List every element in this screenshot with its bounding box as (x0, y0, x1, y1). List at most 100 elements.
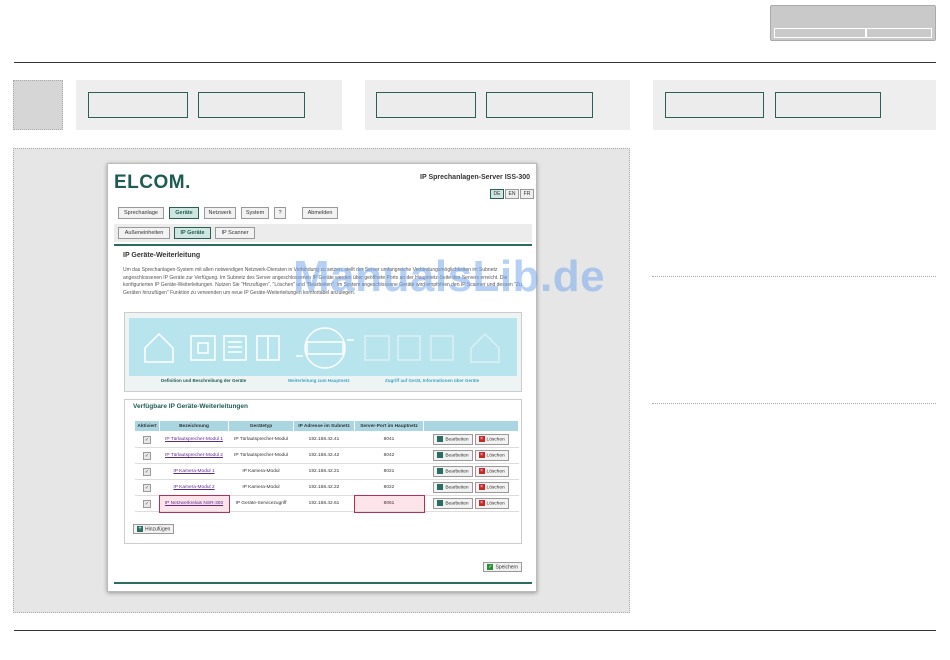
page-title: IP Geräte-Weiterleitung (123, 252, 201, 259)
module-icon (190, 335, 216, 361)
device-list-panel: Verfügbare IP Geräte-Weiterleitungen Akt… (124, 399, 522, 544)
tab-button[interactable] (376, 92, 476, 118)
col-aktiviert: Aktiviert (134, 420, 160, 432)
actions-cell: Bearbeiten × Löschen (423, 447, 519, 464)
col-geraetetyp: Gerätetyp (228, 420, 294, 432)
divider (652, 276, 936, 277)
bottom-rule (14, 630, 936, 631)
edit-button[interactable]: Bearbeiten (433, 450, 473, 461)
lang-de[interactable]: DE (490, 189, 504, 199)
edit-button[interactable]: Bearbeiten (433, 498, 473, 509)
name-cell: IP Netzwerkrelais NSR-300 (158, 494, 230, 513)
nav-sprechanlage[interactable]: Sprechanlage (118, 207, 164, 219)
edit-icon (437, 500, 444, 507)
delete-icon: × (478, 452, 485, 459)
edit-icon (437, 484, 444, 491)
lang-fr[interactable]: FR (520, 189, 534, 199)
edit-icon (437, 436, 444, 443)
tab-button[interactable] (88, 92, 188, 118)
port-cell: 8061 (353, 494, 425, 513)
ip-cell: 192.168.42.42 (293, 447, 355, 464)
nav-help[interactable]: ? (274, 207, 286, 219)
panel-icon (223, 335, 247, 361)
actions-cell: Bearbeiten × Löschen (423, 479, 519, 496)
edit-icon (437, 468, 444, 475)
nav-netzwerk[interactable]: Netzwerk (204, 207, 236, 219)
header-rule (114, 244, 532, 246)
device-table: Aktiviert Bezeichnung Gerätetyp IP Adres… (134, 420, 519, 513)
device-link[interactable]: IP Netzwerkrelais NSR-300 (165, 501, 223, 506)
actions-cell: Bearbeiten × Löschen (423, 431, 519, 448)
tab-panel-1 (76, 80, 342, 130)
product-name: IP Sprechanlagen-Server ISS-300 (420, 174, 530, 181)
save-button[interactable]: ✓ Speichern (483, 562, 522, 573)
name-cell: IP Türlautsprecher-Modul 2 (159, 447, 229, 464)
ip-cell: 192.168.42.21 (293, 463, 355, 480)
port-cell: 8041 (354, 431, 424, 448)
col-port: Server-Port im Hauptnetz (354, 420, 424, 432)
device-link[interactable]: IP Türlautsprecher-Modul 1 (165, 437, 223, 442)
tab-button[interactable] (775, 92, 881, 118)
enabled-checkbox[interactable]: ✓ (143, 499, 151, 508)
tab-button[interactable] (486, 92, 593, 118)
add-button[interactable]: + Hinzufügen (133, 524, 175, 535)
edit-button[interactable]: Bearbeiten (433, 482, 473, 493)
device-link[interactable]: IP Kamera-Modul 1 (173, 469, 214, 474)
type-cell: IP Geräte-Servicezugriff (228, 495, 294, 512)
ip-cell: 192.168.42.22 (293, 479, 355, 496)
elcom-logo: ELCOM. (114, 172, 191, 193)
delete-button[interactable]: × Löschen (474, 482, 509, 493)
plus-icon: + (137, 526, 143, 532)
table-row: ✓ IP Kamera-Modul 2 IP Kamera-Modul 192.168… (134, 479, 519, 496)
table-row: ✓ IP Kamera-Modul 1 IP Kamera-Modul 192.168… (134, 463, 519, 480)
ip-cell: 192.168.42.61 (293, 495, 355, 512)
name-cell: IP Kamera-Modul 1 (159, 463, 229, 480)
device-link[interactable]: IP Kamera-Modul 2 (173, 485, 214, 490)
enabled-checkbox[interactable]: ✓ (143, 483, 151, 492)
table-row: ✓ IP Türlautsprecher-Modul 2 IP Türlautspr… (134, 447, 519, 464)
forwarding-diagram: Definition und Beschreibung der Geräte W… (124, 312, 522, 392)
tab-button[interactable] (198, 92, 305, 118)
mini-tab-left (774, 28, 866, 38)
actions-cell: Bearbeiten × Löschen (423, 495, 519, 512)
col-ip: IP Adresse im Subnetz (293, 420, 355, 432)
ip-cell: 192.168.42.41 (293, 431, 355, 448)
diagram-label-3: Zugriff auf Gerät, Informationen über Ge… (385, 378, 480, 383)
name-cell: IP Türlautsprecher-Modul 1 (159, 431, 229, 448)
nav-geraete[interactable]: Geräte (169, 207, 199, 219)
subnav-ip-scanner[interactable]: IP Scanner (215, 227, 255, 239)
delete-button[interactable]: × Löschen (474, 466, 509, 477)
device-link[interactable]: IP Türlautsprecher-Modul 2 (165, 453, 223, 458)
nav-system[interactable]: System (241, 207, 269, 219)
enabled-checkbox[interactable]: ✓ (143, 451, 151, 460)
type-cell: IP Kamera-Modul (228, 479, 294, 496)
actions-cell: Bearbeiten × Löschen (423, 463, 519, 480)
enabled-checkbox[interactable]: ✓ (143, 467, 151, 476)
delete-icon: × (478, 500, 485, 507)
subnav-aussen[interactable]: Außeneinheiten (118, 227, 170, 239)
enabled-cell: ✓ (134, 479, 160, 496)
list-title: Verfügbare IP Geräte-Weiterleitungen (131, 403, 250, 410)
type-cell: IP Türlautsprecher-Modul (228, 431, 294, 448)
col-actions (423, 420, 519, 432)
enabled-cell: ✓ (134, 495, 160, 512)
port-cell: 8022 (354, 479, 424, 496)
delete-button[interactable]: × Löschen (474, 434, 509, 445)
delete-button[interactable]: × Löschen (474, 450, 509, 461)
diagram-label-1: Definition und Beschreibung der Geräte (161, 378, 247, 383)
port-cell: 8021 (354, 463, 424, 480)
divider (652, 403, 936, 404)
nav-logout[interactable]: Abmelden (302, 207, 338, 219)
enabled-cell: ✓ (134, 447, 160, 464)
delete-icon: × (478, 484, 485, 491)
enabled-checkbox[interactable]: ✓ (143, 435, 151, 444)
delete-button[interactable]: × Löschen (474, 498, 509, 509)
lang-en[interactable]: EN (505, 189, 519, 199)
footer-rule (114, 582, 532, 584)
subnav-ip-geraete[interactable]: IP Geräte (174, 227, 211, 239)
edit-button[interactable]: Bearbeiten (433, 466, 473, 477)
tab-button[interactable] (665, 92, 764, 118)
side-thumbnail (13, 80, 63, 130)
mini-tab-right (866, 28, 932, 38)
edit-button[interactable]: Bearbeiten (433, 434, 473, 445)
